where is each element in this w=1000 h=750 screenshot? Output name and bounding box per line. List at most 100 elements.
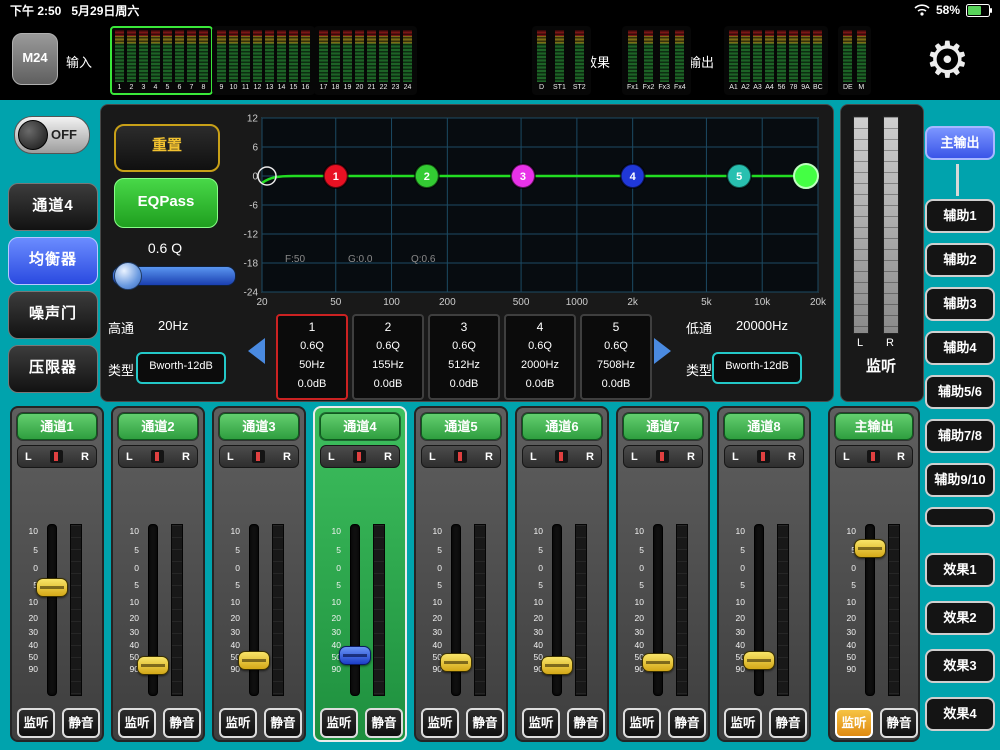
- bus-item-7[interactable]: 辅助7/8: [925, 419, 995, 453]
- status-date: 5月29日周六: [71, 2, 139, 19]
- q-slider[interactable]: [112, 262, 234, 288]
- bus-item-3[interactable]: 辅助2: [925, 243, 995, 277]
- pan-control[interactable]: LR: [835, 445, 913, 468]
- channel-name-button[interactable]: 通道1: [17, 413, 97, 440]
- fader-knob[interactable]: [137, 656, 169, 675]
- monitor-button[interactable]: 监听: [118, 708, 156, 738]
- mute-button[interactable]: 静音: [466, 708, 504, 738]
- pan-control[interactable]: LR: [623, 445, 703, 468]
- q-slider-knob[interactable]: [114, 262, 142, 290]
- chevron-right-icon[interactable]: [654, 338, 671, 364]
- fader-scale-label: 10: [622, 526, 644, 536]
- mute-button[interactable]: 静音: [567, 708, 605, 738]
- band-box-5[interactable]: 50.6Q7508Hz0.0dB: [580, 314, 652, 400]
- monitor-button[interactable]: 监听: [421, 708, 459, 738]
- channel-name-button[interactable]: 通道3: [219, 413, 299, 440]
- band-handle-number: 5: [736, 171, 742, 183]
- meter-channel: ST1: [553, 30, 566, 91]
- monitor-button[interactable]: 监听: [623, 708, 661, 738]
- fader-track[interactable]: [754, 524, 764, 696]
- band-q-value: 0.6Q: [582, 337, 650, 356]
- monitor-button[interactable]: 监听: [835, 708, 873, 738]
- bus-item-5[interactable]: 辅助4: [925, 331, 995, 365]
- pan-control[interactable]: LR: [17, 445, 97, 468]
- mute-button[interactable]: 静音: [163, 708, 201, 738]
- fader-knob[interactable]: [642, 653, 674, 672]
- bus-item-10[interactable]: 效果1: [925, 553, 995, 587]
- mute-button[interactable]: 静音: [264, 708, 302, 738]
- meter-channel-label: Fx4: [674, 84, 686, 91]
- device-button[interactable]: M24: [12, 33, 58, 85]
- sidebar-item-equalizer[interactable]: 均衡器: [8, 237, 98, 285]
- monitor-button[interactable]: 监听: [522, 708, 560, 738]
- monitor-button[interactable]: 监听: [724, 708, 762, 738]
- bus-item-13[interactable]: 效果4: [925, 697, 995, 731]
- band-box-2[interactable]: 20.6Q155Hz0.0dB: [352, 314, 424, 400]
- bus-item-4[interactable]: 辅助3: [925, 287, 995, 321]
- meter-channel: 21: [367, 30, 376, 91]
- pan-control[interactable]: LR: [320, 445, 400, 468]
- eqpass-button[interactable]: EQPass: [114, 178, 218, 228]
- mute-button[interactable]: 静音: [880, 708, 918, 738]
- fader-knob[interactable]: [339, 646, 371, 665]
- mute-button[interactable]: 静音: [62, 708, 100, 738]
- level-meter-icon: [644, 30, 653, 82]
- pan-control[interactable]: LR: [522, 445, 602, 468]
- fader-knob[interactable]: [440, 653, 472, 672]
- fader-scale-label: 10: [723, 526, 745, 536]
- band-box-4[interactable]: 40.6Q2000Hz0.0dB: [504, 314, 576, 400]
- gear-icon[interactable]: [925, 22, 970, 98]
- level-meter-icon: [857, 30, 866, 82]
- channel-name-button[interactable]: 通道6: [522, 413, 602, 440]
- y-tick-label: -12: [244, 230, 259, 241]
- fader-knob[interactable]: [854, 539, 886, 558]
- bus-item-12[interactable]: 效果3: [925, 649, 995, 683]
- eq-graph[interactable]: 1260-6-12-18-24205010020050010002k5k10k2…: [238, 112, 828, 312]
- mute-button[interactable]: 静音: [365, 708, 403, 738]
- bus-item-partial[interactable]: [925, 507, 995, 527]
- channel-name-button[interactable]: 主输出: [835, 413, 913, 440]
- fader-track[interactable]: [350, 524, 360, 696]
- channel-name-button[interactable]: 通道5: [421, 413, 501, 440]
- reset-button[interactable]: 重置: [114, 124, 220, 172]
- band-box-1[interactable]: 10.6Q50Hz0.0dB: [276, 314, 348, 400]
- channel-name-button[interactable]: 通道7: [623, 413, 703, 440]
- fader-scale-label: 50: [723, 652, 745, 662]
- bus-item-6[interactable]: 辅助5/6: [925, 375, 995, 409]
- fader-knob[interactable]: [541, 656, 573, 675]
- mute-button[interactable]: 静音: [769, 708, 807, 738]
- monitor-button[interactable]: 监听: [320, 708, 358, 738]
- pan-control[interactable]: LR: [421, 445, 501, 468]
- mute-button[interactable]: 静音: [668, 708, 706, 738]
- bus-item-11[interactable]: 效果2: [925, 601, 995, 635]
- channel-name-button[interactable]: 通道2: [118, 413, 198, 440]
- fader-knob[interactable]: [743, 651, 775, 670]
- fader-knob[interactable]: [36, 578, 68, 597]
- fader-knob[interactable]: [238, 651, 270, 670]
- fader-track[interactable]: [249, 524, 259, 696]
- band-box-3[interactable]: 30.6Q512Hz0.0dB: [428, 314, 500, 400]
- monitor-button[interactable]: 监听: [219, 708, 257, 738]
- sidebar-item-compressor[interactable]: 压限器: [8, 345, 98, 393]
- fader-scale-label: 20: [16, 613, 38, 623]
- sidebar-item-noise-gate[interactable]: 噪声门: [8, 291, 98, 339]
- monitor-button[interactable]: 监听: [17, 708, 55, 738]
- pan-control[interactable]: LR: [724, 445, 804, 468]
- fader-track[interactable]: [47, 524, 57, 696]
- sidebar-item-channel[interactable]: 通道4: [8, 183, 98, 231]
- channel-name-button[interactable]: 通道4: [320, 413, 400, 440]
- power-toggle[interactable]: OFF: [14, 116, 90, 154]
- chevron-left-icon[interactable]: [248, 338, 265, 364]
- bus-item-2[interactable]: 辅助1: [925, 199, 995, 233]
- hp-type-button[interactable]: Bworth-12dB: [136, 352, 226, 384]
- bus-item-1[interactable]: 主输出: [925, 126, 995, 160]
- bus-item-8[interactable]: 辅助9/10: [925, 463, 995, 497]
- pan-control[interactable]: LR: [219, 445, 299, 468]
- level-meter-icon: [379, 30, 388, 82]
- channel-name-button[interactable]: 通道8: [724, 413, 804, 440]
- fader-scale-label: 90: [218, 664, 240, 674]
- lp-type-button[interactable]: Bworth-12dB: [712, 352, 802, 384]
- pan-control[interactable]: LR: [118, 445, 198, 468]
- input-section-label: 输入: [66, 52, 92, 71]
- lp-handle-icon[interactable]: [794, 164, 818, 188]
